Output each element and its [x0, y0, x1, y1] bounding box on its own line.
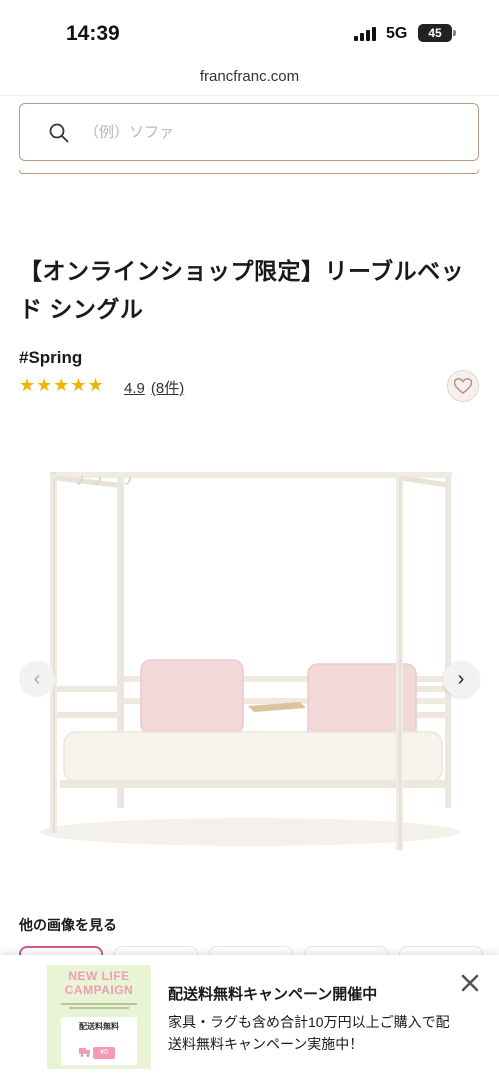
rating-value: 4.9	[124, 380, 145, 397]
campaign-banner[interactable]: NEW LIFE CAMPAIGN 配送料無料 ¥0 配送料無料キャンペーン開催…	[0, 955, 499, 1080]
heart-icon	[454, 378, 472, 394]
search-box[interactable]	[19, 103, 479, 161]
search-icon	[49, 123, 69, 143]
chevron-left-icon: ‹	[33, 667, 41, 690]
status-time: 14:39	[66, 22, 120, 45]
product-title: 【オンラインショップ限定】リーブルベッド シングル	[19, 258, 465, 322]
campaign-thumb-card-label: 配送料無料	[79, 1022, 119, 1031]
campaign-body: 家具・ラグも含め合計10万円以上ご購入で配送料無料キャンペーン実施中！	[168, 1014, 450, 1052]
search-underline	[19, 170, 479, 174]
campaign-thumb-card: 配送料無料 ¥0	[61, 1017, 137, 1065]
signal-icon	[354, 27, 380, 41]
product-tag[interactable]: #Spring	[19, 348, 82, 368]
carousel-prev-button[interactable]: ‹	[19, 661, 55, 697]
carousel-next-button[interactable]: ›	[443, 661, 479, 697]
battery-icon: 45	[418, 24, 452, 42]
chevron-right-icon: ›	[457, 667, 465, 690]
campaign-thumbnail[interactable]: NEW LIFE CAMPAIGN 配送料無料 ¥0	[47, 965, 151, 1069]
battery-tip	[453, 30, 456, 36]
rating-count: (8件)	[150, 380, 185, 397]
network-label: 5G	[386, 25, 408, 42]
product-image[interactable]	[0, 450, 499, 870]
url-bar[interactable]: francfranc.com	[0, 62, 499, 96]
campaign-close-button[interactable]	[458, 971, 482, 995]
favorite-button[interactable]	[447, 370, 479, 402]
close-icon	[461, 974, 479, 992]
campaign-thumb-price: ¥0	[93, 1047, 115, 1059]
campaign-heading: 配送料無料キャンペーン開催中	[168, 986, 378, 1003]
rating-link[interactable]: 4.9 (8件)	[124, 377, 190, 398]
campaign-thumb-title: NEW LIFE CAMPAIGN	[64, 969, 134, 997]
more-images-label: 他の画像を見る	[19, 917, 117, 933]
truck-icon	[79, 1048, 90, 1057]
campaign-thumb-subtext	[55, 1001, 143, 1011]
status-bar: 14:39 5G 45	[0, 0, 499, 62]
rating-stars: ★★★★★	[19, 375, 105, 395]
search-input[interactable]	[84, 118, 454, 146]
